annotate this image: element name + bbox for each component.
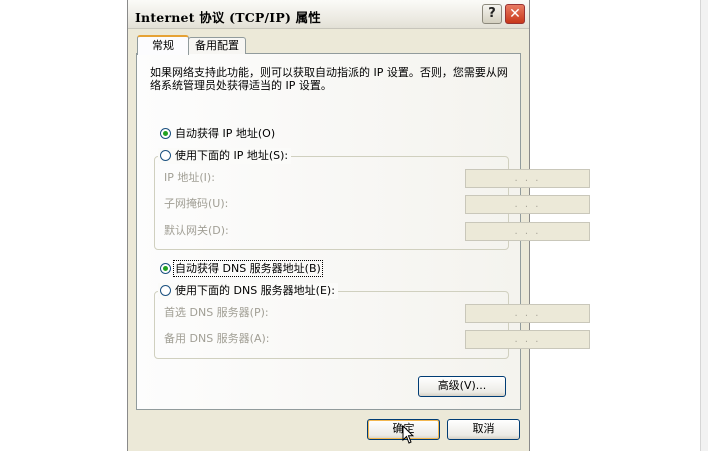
help-button[interactable]: ? [482,4,502,24]
mouse-cursor-icon [402,425,414,444]
manual-dns-groupbox [154,291,509,359]
radio-label: 使用下面的 DNS 服务器地址(E): [175,284,335,297]
tcpip-properties-dialog: Internet 协议 (TCP/IP) 属性 ? ✕ 备用配置 常规 如果网络… [127,0,590,451]
radio-selected-icon [160,128,171,139]
radio-manual-dns[interactable]: 使用下面的 DNS 服务器地址(E): [158,283,338,299]
radio-auto-ip[interactable]: 自动获得 IP 地址(O) [160,126,275,142]
radio-manual-ip[interactable]: 使用下面的 IP 地址(S): [158,148,292,164]
ip-address-field: . . . [465,169,590,188]
tab-label: 常规 [152,39,174,52]
radio-label: 使用下面的 IP 地址(S): [175,149,289,162]
radio-selected-icon [160,263,171,274]
tab-general[interactable]: 常规 [137,35,189,55]
subnet-mask-label: 子网掩码(U): [164,197,229,210]
tab-alternate-configuration[interactable]: 备用配置 [188,37,246,54]
default-gateway-label: 默认网关(D): [164,224,229,237]
radio-auto-dns[interactable]: 自动获得 DNS 服务器地址(B) [160,260,323,277]
dialog-title: Internet 协议 (TCP/IP) 属性 [135,10,322,25]
close-icon: ✕ [509,6,521,22]
title-bar[interactable]: Internet 协议 (TCP/IP) 属性 ? ✕ [128,0,529,29]
subnet-mask-field: . . . [465,195,590,214]
ip-address-label: IP 地址(I): [164,171,215,184]
preferred-dns-label: 首选 DNS 服务器(P): [164,306,269,319]
cancel-button[interactable]: 取消 [447,419,520,440]
radio-label: 自动获得 IP 地址(O) [175,127,276,140]
tab-label: 备用配置 [195,39,239,52]
default-gateway-field: . . . [465,222,590,241]
radio-label: 自动获得 DNS 服务器地址(B) [173,260,323,277]
alternate-dns-label: 备用 DNS 服务器(A): [164,332,270,345]
help-icon: ? [488,6,496,21]
background-window-edge [700,0,708,451]
close-button[interactable]: ✕ [505,4,525,24]
radio-unselected-icon [160,285,171,296]
advanced-button[interactable]: 高级(V)... [418,376,506,397]
radio-unselected-icon [160,150,171,161]
description-text: 如果网络支持此功能，则可以获取自动指派的 IP 设置。否则，您需要从网络系统管理… [150,66,508,92]
alternate-dns-field: . . . [465,330,590,349]
preferred-dns-field: . . . [465,304,590,323]
